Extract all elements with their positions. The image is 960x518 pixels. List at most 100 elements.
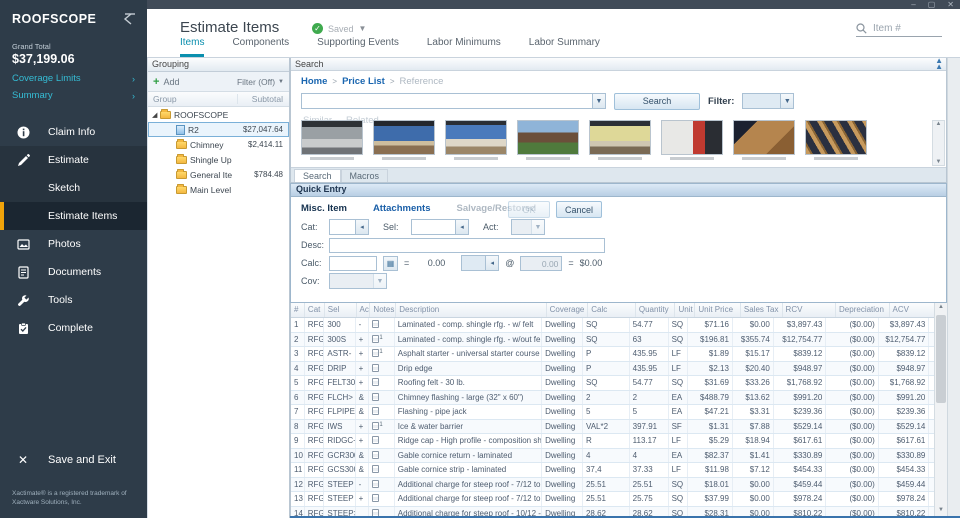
table-row-item-11[interactable]: 11RFGGCS300&Gable cornice strip - lamina… xyxy=(291,463,947,478)
table-row-item-10[interactable]: 10RFGGCR300&Gable cornice return - lamin… xyxy=(291,449,947,464)
thumbnail-interior-red-white-room[interactable] xyxy=(661,120,723,155)
sidebar-link-summary[interactable]: Summary › xyxy=(0,87,147,104)
caret-down-icon[interactable]: ◂ xyxy=(355,220,368,234)
thumbnail-interior-blue-room-2[interactable] xyxy=(445,120,507,155)
sidebar-item-estimate[interactable]: Estimate xyxy=(0,146,147,174)
save-and-exit-button[interactable]: ✕ Save and Exit xyxy=(0,446,147,474)
sidebar-link-coverage-limits[interactable]: Coverage Limits › xyxy=(0,70,147,87)
grouping-add-button[interactable]: + Add xyxy=(153,76,179,88)
tab-supporting-events[interactable]: Supporting Events xyxy=(317,37,399,57)
thumbnail-interior-yellow-room[interactable] xyxy=(589,120,651,155)
thumbnail-scrollbar[interactable]: ▲ ▼ xyxy=(932,120,945,166)
grouping-row-chimney[interactable]: Chimney$2,414.11 xyxy=(148,137,289,152)
sidebar-item-claim-info[interactable]: Claim Info xyxy=(0,118,147,146)
grouping-filter-dropdown[interactable]: Filter (Off) ▼ xyxy=(237,77,284,87)
sidebar-item-tools[interactable]: Tools xyxy=(0,286,147,314)
sidebar-collapse-icon[interactable] xyxy=(121,13,137,25)
minimize-button[interactable]: – xyxy=(911,1,915,9)
thumbnail-interior-blue-room[interactable] xyxy=(373,120,435,155)
grouping-col-subtotal[interactable]: Subtotal xyxy=(237,94,289,104)
scrollbar-thumb[interactable] xyxy=(936,315,946,403)
caret-down-icon[interactable]: ◂ xyxy=(455,220,468,234)
thumbnail-interior-gray-room[interactable] xyxy=(301,120,363,155)
sel-input[interactable]: ◂ xyxy=(411,219,469,235)
result-tab-search[interactable]: Search xyxy=(294,169,341,182)
ok-button[interactable]: OK xyxy=(508,201,550,218)
column-header-coverage[interactable]: Coverage xyxy=(547,303,589,317)
thumbnail-wood-subfloor-closeup[interactable] xyxy=(733,120,795,155)
note-icon[interactable] xyxy=(372,465,379,473)
note-icon[interactable] xyxy=(372,480,379,488)
note-icon[interactable] xyxy=(372,451,379,459)
column-header-sel[interactable]: Sel xyxy=(325,303,357,317)
grouping-row-roofscope[interactable]: ◢ROOFSCOPE xyxy=(148,107,289,122)
table-row-item-13[interactable]: 13RFGSTEEP+Additional charge for steep r… xyxy=(291,492,947,507)
grouping-col-group[interactable]: Group xyxy=(148,94,237,104)
column-header-#[interactable]: # xyxy=(291,303,305,317)
note-icon[interactable] xyxy=(372,364,379,372)
caret-down-icon[interactable]: ◂ xyxy=(485,256,498,270)
column-header-cat[interactable]: Cat xyxy=(305,303,325,317)
table-row-item-4[interactable]: 4RFGDRIP+Drip edgeDwellingP435.95LF$2.13… xyxy=(291,362,947,377)
grouping-row-general-items[interactable]: General Items$784.48 xyxy=(148,167,289,182)
maximize-button[interactable]: ▢ xyxy=(928,1,936,9)
column-header-unit-price[interactable]: Unit Price xyxy=(695,303,741,317)
column-header-calc[interactable]: Calc xyxy=(588,303,636,317)
tab-labor-summary[interactable]: Labor Summary xyxy=(529,37,600,57)
grouping-row-shingle-upgrades[interactable]: Shingle Upgrades xyxy=(148,152,289,167)
note-icon[interactable] xyxy=(372,407,379,415)
search-button[interactable]: Search xyxy=(614,93,700,110)
column-header-unit[interactable]: Unit xyxy=(675,303,695,317)
calculator-icon[interactable]: ▦ xyxy=(383,256,398,271)
table-row-item-8[interactable]: 8RFGIWS+1Ice & water barrierDwellingVAL*… xyxy=(291,420,947,435)
column-header-description[interactable]: Description xyxy=(396,303,546,317)
saved-status[interactable]: ✓ Saved ▼ xyxy=(312,23,366,34)
table-row-item-6[interactable]: 6RFGFLCH>&Chimney flashing - large (32" … xyxy=(291,391,947,406)
scroll-up-icon[interactable]: ▲ xyxy=(935,304,947,314)
result-tab-macros[interactable]: Macros xyxy=(341,169,389,182)
table-row-item-12[interactable]: 12RFGSTEEP-Additional charge for steep r… xyxy=(291,478,947,493)
note-icon[interactable] xyxy=(372,393,379,401)
column-header-sales-tax[interactable]: Sales Tax xyxy=(741,303,783,317)
column-header-quantity[interactable]: Quantity xyxy=(636,303,676,317)
sidebar-item-sketch[interactable]: Sketch xyxy=(0,174,147,202)
column-header-notes[interactable]: Notes xyxy=(370,303,396,317)
table-row-item-5[interactable]: 5RFGFELT30+Roofing felt - 30 lb.Dwelling… xyxy=(291,376,947,391)
caret-down-icon[interactable]: ▼ xyxy=(780,94,793,108)
column-header-act[interactable]: Act xyxy=(357,303,371,317)
tab-labor-minimums[interactable]: Labor Minimums xyxy=(427,37,501,57)
calc-input[interactable] xyxy=(329,256,377,271)
collapse-panel-icon[interactable]: ▲▲ xyxy=(935,58,942,70)
sidebar-item-photos[interactable]: Photos xyxy=(0,230,147,258)
grouping-row-r2[interactable]: R2$27,047.64 xyxy=(148,122,289,137)
scroll-down-icon[interactable]: ▼ xyxy=(936,159,942,165)
search-combobox[interactable]: ▼ xyxy=(301,93,606,109)
caret-down-icon[interactable]: ▼ xyxy=(592,94,605,108)
grouping-row-main-level[interactable]: Main Level xyxy=(148,182,289,197)
breadcrumb-price-list[interactable]: Price List xyxy=(342,76,385,87)
tab-misc-item[interactable]: Misc. Item xyxy=(301,203,347,214)
thumbnail-house-exterior[interactable] xyxy=(517,120,579,155)
scroll-up-icon[interactable]: ▲ xyxy=(936,121,942,127)
table-row-item-1[interactable]: 1RFG300-Laminated - comp. shingle rfg. -… xyxy=(291,318,947,333)
tree-expand-icon[interactable]: ◢ xyxy=(152,111,160,119)
filter-dropdown[interactable]: ▼ xyxy=(742,93,794,109)
table-scrollbar[interactable]: ▲ ▼ xyxy=(934,303,947,518)
sidebar-item-documents[interactable]: Documents xyxy=(0,258,147,286)
note-icon[interactable] xyxy=(372,378,379,386)
cancel-button[interactable]: Cancel xyxy=(556,201,602,218)
sidebar-item-complete[interactable]: Complete xyxy=(0,314,147,342)
sidebar-item-estimate-items[interactable]: Estimate Items xyxy=(0,202,147,230)
close-button[interactable]: ✕ xyxy=(947,1,954,9)
table-row-item-2[interactable]: 2RFG300S+1Laminated - comp. shingle rfg.… xyxy=(291,333,947,348)
note-icon[interactable] xyxy=(372,494,379,502)
thumbnail-roof-framing-truss[interactable] xyxy=(805,120,867,155)
breadcrumb-home[interactable]: Home xyxy=(301,76,327,87)
note-icon[interactable] xyxy=(372,436,379,444)
table-row-item-9[interactable]: 9RFGRIDGC++Ridge cap - High profile - co… xyxy=(291,434,947,449)
column-header-depreciation[interactable]: Depreciation xyxy=(836,303,889,317)
item-number-search[interactable]: Item # xyxy=(856,23,942,37)
note-icon[interactable] xyxy=(372,320,379,328)
tab-components[interactable]: Components xyxy=(232,37,289,57)
table-row-item-3[interactable]: 3RFGASTR-+1Asphalt starter - universal s… xyxy=(291,347,947,362)
